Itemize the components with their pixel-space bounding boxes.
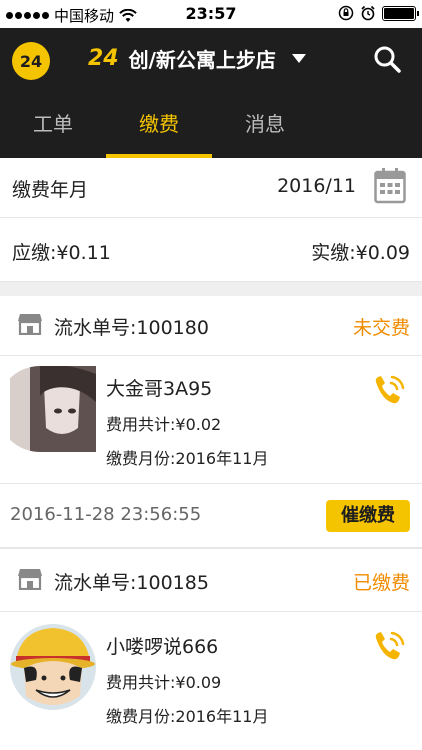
order-status: 未交费 bbox=[352, 317, 410, 339]
store-selector[interactable]: 24 创/新公寓上步店 bbox=[88, 44, 306, 73]
brand-logo: 24 bbox=[12, 42, 50, 80]
store-number: 24 bbox=[88, 46, 119, 71]
paid-amount: 实缴:¥0.09 bbox=[311, 242, 410, 264]
battery-icon bbox=[382, 5, 419, 21]
order-header: 流水单号:100180 未交费 bbox=[0, 296, 422, 356]
order-detail[interactable]: 小喽啰说666 费用共计:¥0.09 缴费月份:2016年11月 bbox=[0, 612, 422, 750]
month-value: 2016/11 bbox=[277, 175, 356, 197]
status-bar: 中国移动 23:57 bbox=[0, 0, 422, 28]
tab-messages[interactable]: 消息 bbox=[212, 106, 318, 158]
store-icon bbox=[18, 569, 42, 590]
phone-icon[interactable] bbox=[372, 630, 406, 664]
month-filter-row[interactable]: 缴费年月 2016/11 bbox=[0, 158, 422, 218]
due-amount: 应缴:¥0.11 bbox=[12, 242, 111, 264]
order-info: 小喽啰说666 费用共计:¥0.09 缴费月份:2016年11月 bbox=[106, 632, 268, 727]
status-right bbox=[338, 5, 419, 21]
order-time: 2016-11-28 23:56:55 bbox=[10, 504, 202, 525]
tab-work-order[interactable]: 工单 bbox=[0, 106, 106, 158]
avatar bbox=[10, 624, 96, 710]
order-status: 已缴费 bbox=[352, 572, 410, 594]
order-header: 流水单号:100185 已缴费 bbox=[0, 548, 422, 612]
resident-name: 小喽啰说666 bbox=[106, 636, 219, 658]
alarm-icon bbox=[361, 5, 375, 21]
order-serial: 流水单号:100185 bbox=[54, 572, 209, 594]
total-fee: 费用共计:¥0.02 bbox=[106, 415, 222, 434]
order-info: 大金哥3A95 费用共计:¥0.02 缴费月份:2016年11月 bbox=[106, 374, 268, 469]
store-icon bbox=[18, 314, 42, 335]
summary-row: 应缴:¥0.11 实缴:¥0.09 bbox=[0, 218, 422, 282]
total-fee: 费用共计:¥0.09 bbox=[106, 673, 222, 692]
rotation-lock-icon bbox=[338, 5, 354, 21]
tab-payment[interactable]: 缴费 bbox=[106, 106, 212, 158]
app-header: 24 24 创/新公寓上步店 工单 缴费 消息 bbox=[0, 28, 422, 158]
phone-icon[interactable] bbox=[372, 374, 406, 408]
month-label: 缴费年月 bbox=[12, 179, 89, 201]
pay-month: 缴费月份:2016年11月 bbox=[106, 449, 269, 468]
avatar bbox=[10, 366, 96, 452]
chevron-down-icon bbox=[291, 54, 306, 63]
order-detail[interactable]: 大金哥3A95 费用共计:¥0.02 缴费月份:2016年11月 bbox=[0, 356, 422, 484]
urge-payment-button[interactable]: 催缴费 bbox=[326, 500, 410, 532]
order-footer: 2016-11-28 23:56:55 催缴费 bbox=[0, 484, 422, 548]
store-name: 创/新公寓上步店 bbox=[128, 48, 276, 72]
pay-month: 缴费月份:2016年11月 bbox=[106, 707, 269, 726]
section-divider bbox=[0, 282, 422, 296]
search-icon[interactable] bbox=[372, 44, 402, 74]
resident-name: 大金哥3A95 bbox=[106, 378, 213, 400]
calendar-icon[interactable] bbox=[374, 168, 406, 204]
order-serial: 流水单号:100180 bbox=[54, 317, 209, 339]
tab-bar: 工单 缴费 消息 bbox=[0, 106, 422, 158]
